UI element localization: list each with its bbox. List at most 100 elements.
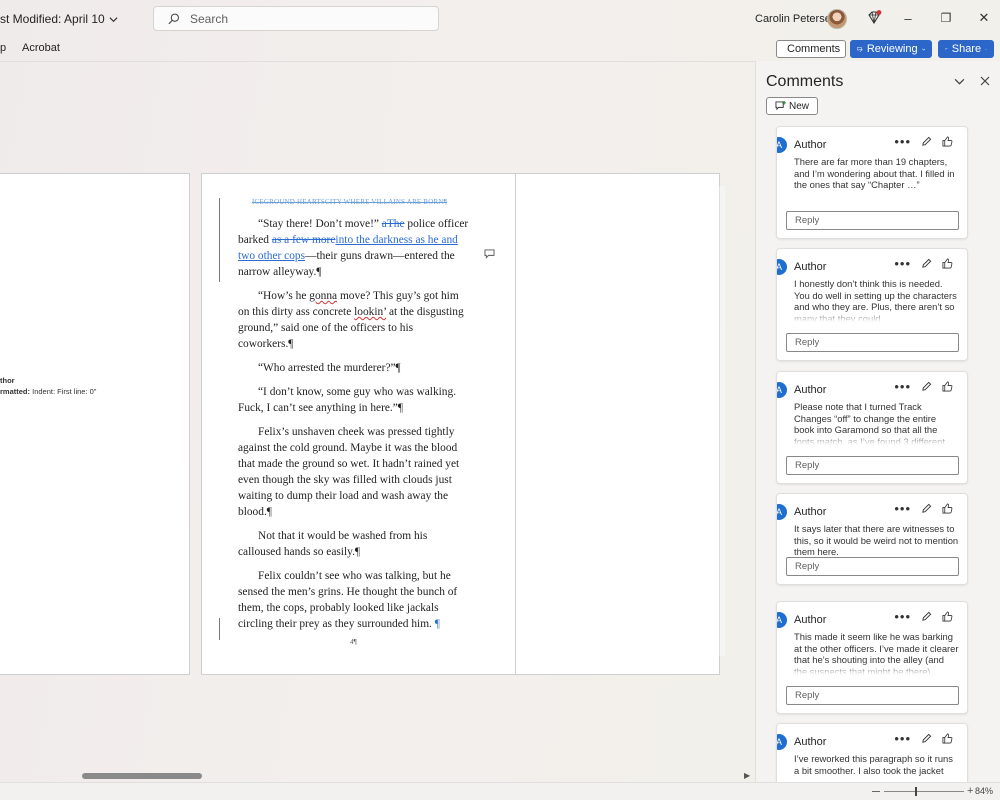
search-placeholder: Search [190, 11, 229, 26]
reply-input[interactable]: Reply [786, 333, 959, 352]
comment-actions: ••• [894, 502, 953, 515]
more-options-icon[interactable]: ••• [894, 732, 911, 745]
comment-text: It says later that there are witnesses t… [794, 523, 959, 558]
chevron-down-icon [109, 16, 118, 22]
formatting-balloon[interactable]: thor rmatted: Indent: First line: 0" [0, 375, 96, 397]
comment-avatar: A [777, 612, 787, 628]
comment-avatar: A [777, 382, 787, 398]
pilcrow: ¶ [434, 618, 440, 630]
paragraph: “How’s he gonna move? This guy’s got him… [238, 288, 470, 352]
reviewing-button-label: Reviewing [866, 43, 918, 55]
text-run: “Stay there! Don’t move!” [258, 218, 382, 230]
edit-pencil-icon[interactable] [921, 733, 932, 744]
comment-card[interactable]: A Author ••• I honestly don’t think this… [776, 248, 968, 361]
more-options-icon[interactable]: ••• [894, 610, 911, 623]
edit-pencil-icon[interactable] [921, 503, 932, 514]
comments-button[interactable]: Comments [776, 40, 846, 58]
text-run: Felix couldn’t see who was talking, but … [238, 570, 458, 630]
edit-pencil-icon[interactable] [921, 136, 932, 147]
edit-pencil-icon[interactable] [921, 611, 932, 622]
tab-acrobat[interactable]: Acrobat [22, 42, 60, 54]
comment-avatar: A [777, 137, 787, 153]
comment-anchor-icon[interactable] [484, 249, 495, 259]
paragraph: Felix’s unshaven cheek was pressed tight… [238, 426, 460, 518]
new-comment-icon [775, 101, 786, 111]
text-run: “How’s he [258, 290, 310, 302]
zoom-slider[interactable] [884, 791, 964, 792]
new-comment-button[interactable]: New [766, 97, 818, 115]
comments-button-label: Comments [787, 43, 841, 55]
comment-author: Author [794, 736, 827, 748]
comment-avatar: A [777, 734, 787, 750]
scroll-right-arrow-icon[interactable]: ▶ [744, 771, 750, 780]
reply-input[interactable]: Reply [786, 557, 959, 576]
chevron-down-icon[interactable] [952, 74, 966, 88]
spelling-flag[interactable]: gonna [309, 290, 337, 302]
formatting-balloon-value: Indent: First line: 0" [32, 387, 97, 396]
comment-author: Author [794, 506, 827, 518]
reply-input[interactable]: Reply [786, 456, 959, 475]
reviewing-pen-icon [857, 46, 863, 52]
deleted-text: as a few more [271, 234, 336, 246]
reviewing-button[interactable]: Reviewing [850, 40, 932, 58]
page-margin-divider [515, 174, 516, 674]
page-header[interactable]: ICEGROUND HEARTSCITY WHERE VILLAINS ARE … [252, 198, 447, 206]
avatar[interactable] [827, 9, 847, 29]
reply-input[interactable]: Reply [786, 211, 959, 230]
zoom-slider-thumb[interactable] [915, 787, 917, 796]
tab-help[interactable]: p [0, 42, 6, 54]
formatting-balloon-label: rmatted: [0, 387, 31, 396]
comment-card[interactable]: A Author ••• There are far more than 19 … [776, 126, 968, 239]
search-box[interactable]: Search [153, 6, 439, 31]
comment-author: Author [794, 614, 827, 626]
zoom-level[interactable]: 84% [975, 786, 993, 796]
edit-pencil-icon[interactable] [921, 258, 932, 269]
comment-card[interactable]: A Author ••• Please note that I turned T… [776, 371, 968, 484]
scrollbar-thumb[interactable] [82, 773, 202, 779]
minimize-button[interactable]: – [898, 8, 918, 28]
close-window-button[interactable]: ✕ [974, 8, 994, 28]
like-thumb-icon[interactable] [942, 136, 953, 147]
paragraph: “I don’t know, some guy who was walking.… [238, 386, 457, 414]
comment-author: Author [794, 261, 827, 273]
restore-button[interactable]: ❐ [936, 8, 956, 28]
text-fade [777, 192, 967, 204]
zoom-out-button[interactable] [872, 791, 880, 792]
more-options-icon[interactable]: ••• [894, 380, 911, 393]
spelling-flag[interactable]: lookin’ [354, 306, 386, 318]
horizontal-scrollbar[interactable]: ▶ [0, 770, 755, 782]
like-thumb-icon[interactable] [942, 381, 953, 392]
edit-pencil-icon[interactable] [921, 381, 932, 392]
like-thumb-icon[interactable] [942, 733, 953, 744]
page-number: 4¶ [350, 638, 357, 646]
close-pane-icon[interactable] [978, 74, 992, 88]
more-options-icon[interactable]: ••• [894, 135, 911, 148]
share-button[interactable]: Share [938, 40, 994, 58]
comment-actions: ••• [894, 732, 953, 745]
reply-input[interactable]: Reply [786, 686, 959, 705]
like-thumb-icon[interactable] [942, 611, 953, 622]
formatting-balloon-author: thor [0, 376, 15, 385]
change-bar [219, 198, 220, 282]
like-thumb-icon[interactable] [942, 503, 953, 514]
formatting-balloon-detail: rmatted: Indent: First line: 0" [0, 386, 96, 397]
ribbon-divider [0, 61, 755, 62]
more-options-icon[interactable]: ••• [894, 257, 911, 270]
paragraph: “Who arrested the murderer?”¶ [258, 362, 401, 374]
comments-pane-title: Comments [766, 73, 844, 90]
previous-page[interactable] [0, 173, 190, 675]
like-thumb-icon[interactable] [942, 258, 953, 269]
comment-card[interactable]: A Author ••• I’ve reworked this paragrap… [776, 723, 968, 782]
comment-actions: ••• [894, 380, 953, 393]
premium-diamond-icon[interactable] [866, 10, 882, 26]
zoom-in-button[interactable]: + [967, 785, 973, 797]
more-options-icon[interactable]: ••• [894, 502, 911, 515]
last-modified-label: st Modified: April 10 [0, 12, 105, 26]
document-body[interactable]: “Stay there! Don’t move!” aThe police of… [238, 216, 470, 640]
comment-card[interactable]: A Author ••• It says later that there ar… [776, 493, 968, 585]
comment-actions: ••• [894, 610, 953, 623]
account-name[interactable]: Carolin Petersen [755, 13, 837, 25]
comment-card[interactable]: A Author ••• This made it seem like he w… [776, 601, 968, 714]
text-fade [777, 777, 967, 782]
last-modified-dropdown[interactable]: st Modified: April 10 [0, 12, 118, 26]
